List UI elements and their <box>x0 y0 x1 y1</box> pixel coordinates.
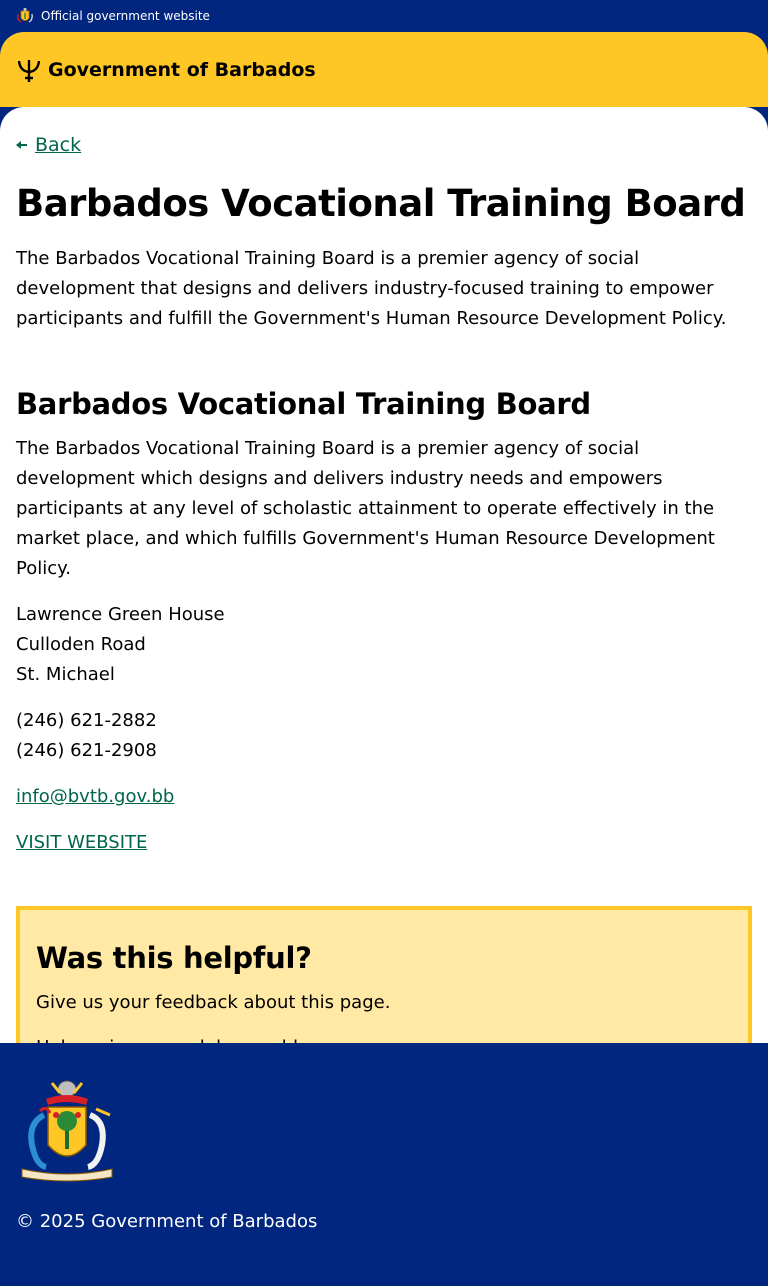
site-header: Government of Barbados <box>0 32 768 107</box>
address: Lawrence Green House Culloden Road St. M… <box>16 600 752 690</box>
coat-of-arms-icon <box>16 1075 118 1183</box>
coat-of-arms-icon <box>16 7 34 25</box>
email-row: info@bvtb.gov.bb <box>16 782 752 812</box>
website-row: VISIT WEBSITE <box>16 828 752 858</box>
site-footer: © 2025 Government of Barbados <box>0 1043 768 1252</box>
trident-icon <box>16 57 42 83</box>
visit-website-link[interactable]: VISIT WEBSITE <box>16 832 147 853</box>
official-banner: Official government website <box>0 0 768 32</box>
feedback-title: Was this helpful? <box>36 938 732 978</box>
back-link[interactable]: Back <box>35 134 81 156</box>
section-title: Barbados Vocational Training Board <box>16 384 752 424</box>
feedback-text: Give us your feedback about this page. <box>36 988 732 1018</box>
section-description: The Barbados Vocational Training Board i… <box>16 434 752 584</box>
copyright: © 2025 Government of Barbados <box>16 1209 752 1235</box>
address-line: St. Michael <box>16 660 752 690</box>
official-banner-label: Official government website <box>41 9 210 23</box>
site-brand-link[interactable]: Government of Barbados <box>48 59 316 81</box>
page-lead: The Barbados Vocational Training Board i… <box>16 244 752 334</box>
email-link[interactable]: info@bvtb.gov.bb <box>16 786 174 807</box>
page-title: Barbados Vocational Training Board <box>16 181 752 227</box>
back-link-row: Back <box>16 133 752 157</box>
phone-numbers: (246) 621-2882 (246) 621-2908 <box>16 706 752 766</box>
address-line: Lawrence Green House <box>16 600 752 630</box>
arrow-left-icon <box>16 140 28 150</box>
main-content: Back Barbados Vocational Training Board … <box>0 107 768 1043</box>
phone-number: (246) 621-2882 <box>16 706 752 736</box>
phone-number: (246) 621-2908 <box>16 736 752 766</box>
address-line: Culloden Road <box>16 630 752 660</box>
